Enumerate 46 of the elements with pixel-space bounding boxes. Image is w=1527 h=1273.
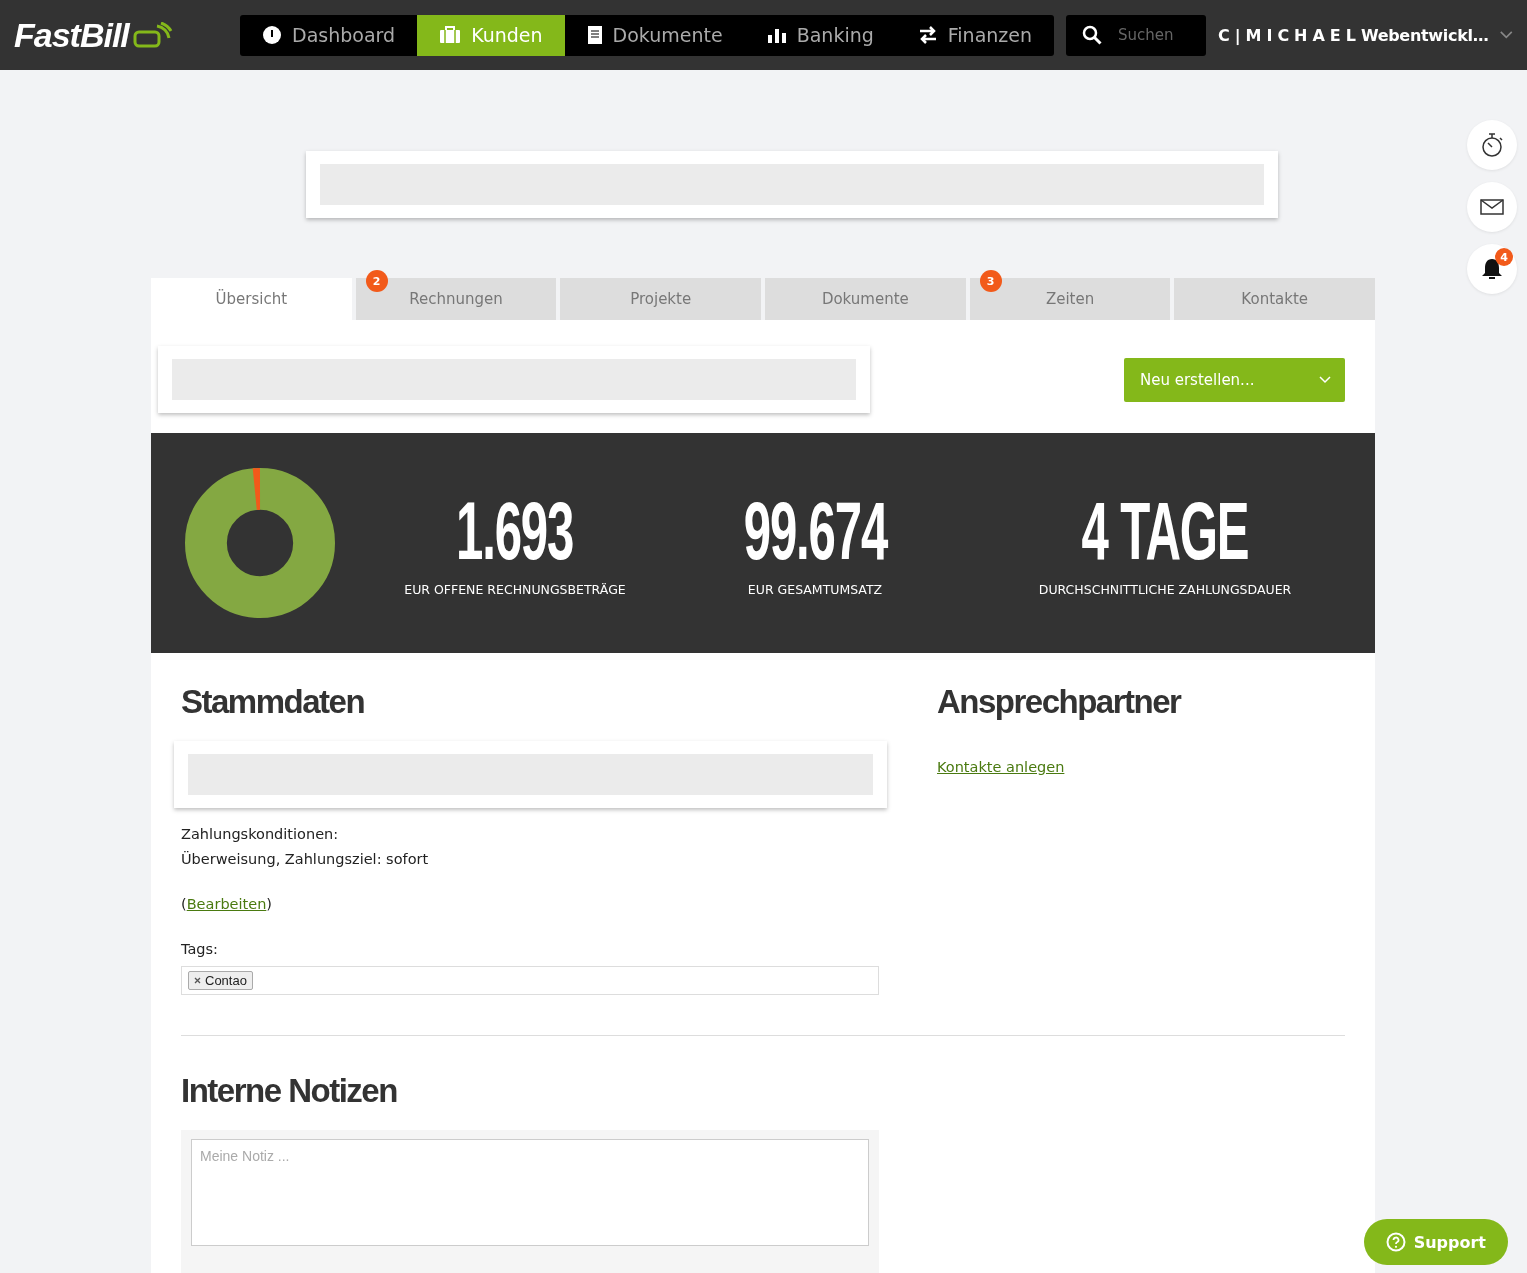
tab[interactable]: Dokumente (765, 278, 966, 320)
search-box[interactable]: Suchen (1066, 14, 1207, 56)
payment-terms: Überweisung, Zahlungsziel: sofort (181, 850, 430, 869)
tags-label: Tags: (181, 940, 219, 959)
tab[interactable]: Projekte (560, 278, 761, 320)
edit-note: (Bearbeiten) (181, 895, 272, 914)
tab[interactable]: Übersicht (151, 278, 352, 320)
create-contacts-link[interactable]: Kontakte anlegen (937, 759, 1065, 775)
payment-terms-label: Zahlungskonditionen: (181, 825, 340, 844)
section-title: Stammdaten (181, 683, 366, 721)
nav-tab[interactable]: Banking (744, 14, 896, 56)
stat-value: 4 TAGE (1081, 489, 1249, 572)
briefcase-icon (439, 26, 462, 44)
count-badge: 3 (979, 270, 1002, 292)
user-name[interactable]: C | M I C H A E L Webentwickl… (1218, 25, 1489, 45)
stat-label: EUR GESAMTUMSATZ (747, 581, 883, 597)
stat-label: EUR OFFENE RECHNUNGSBETRÄGE (404, 581, 626, 597)
bar-chart-icon (766, 27, 787, 43)
notification-badge: 4 (1495, 248, 1513, 266)
section-title: Interne Notizen (181, 1072, 398, 1110)
stopwatch-icon[interactable] (1480, 132, 1504, 158)
tab[interactable]: Kontakte (1174, 278, 1376, 320)
edit-link[interactable]: Bearbeiten (186, 896, 267, 912)
chevron-down-icon[interactable] (1500, 30, 1513, 40)
swap-arrows-icon (917, 26, 938, 44)
nav-tab[interactable]: Finanzen (895, 14, 1055, 56)
note-field[interactable]: Meine Notiz ... (191, 1139, 869, 1246)
mail-icon[interactable] (1480, 199, 1504, 215)
tags-field[interactable]: Contao (181, 966, 879, 995)
stat-value: 99.674 (743, 489, 887, 572)
stat-value: 1.693 (456, 489, 574, 572)
help-icon (1385, 1232, 1406, 1252)
count-badge: 2 (365, 270, 388, 292)
search-field[interactable]: Suchen (1116, 25, 1191, 45)
logo-text: FastBill (14, 15, 129, 55)
remove-icon[interactable] (194, 977, 201, 984)
logo-icon (132, 22, 173, 48)
tag-chip[interactable]: Contao (188, 971, 253, 990)
gauge-icon (262, 25, 283, 45)
stat-label: DURCHSCHNITTLICHE ZAHLUNGSDAUER (1038, 581, 1292, 597)
search-icon (1082, 25, 1103, 45)
section-title: Ansprechpartner (937, 683, 1181, 721)
nav-tab[interactable]: Dokumente (564, 14, 745, 56)
chevron-down-icon (1319, 375, 1331, 384)
document-icon (586, 25, 603, 45)
nav-tab[interactable]: Dashboard (240, 14, 418, 56)
